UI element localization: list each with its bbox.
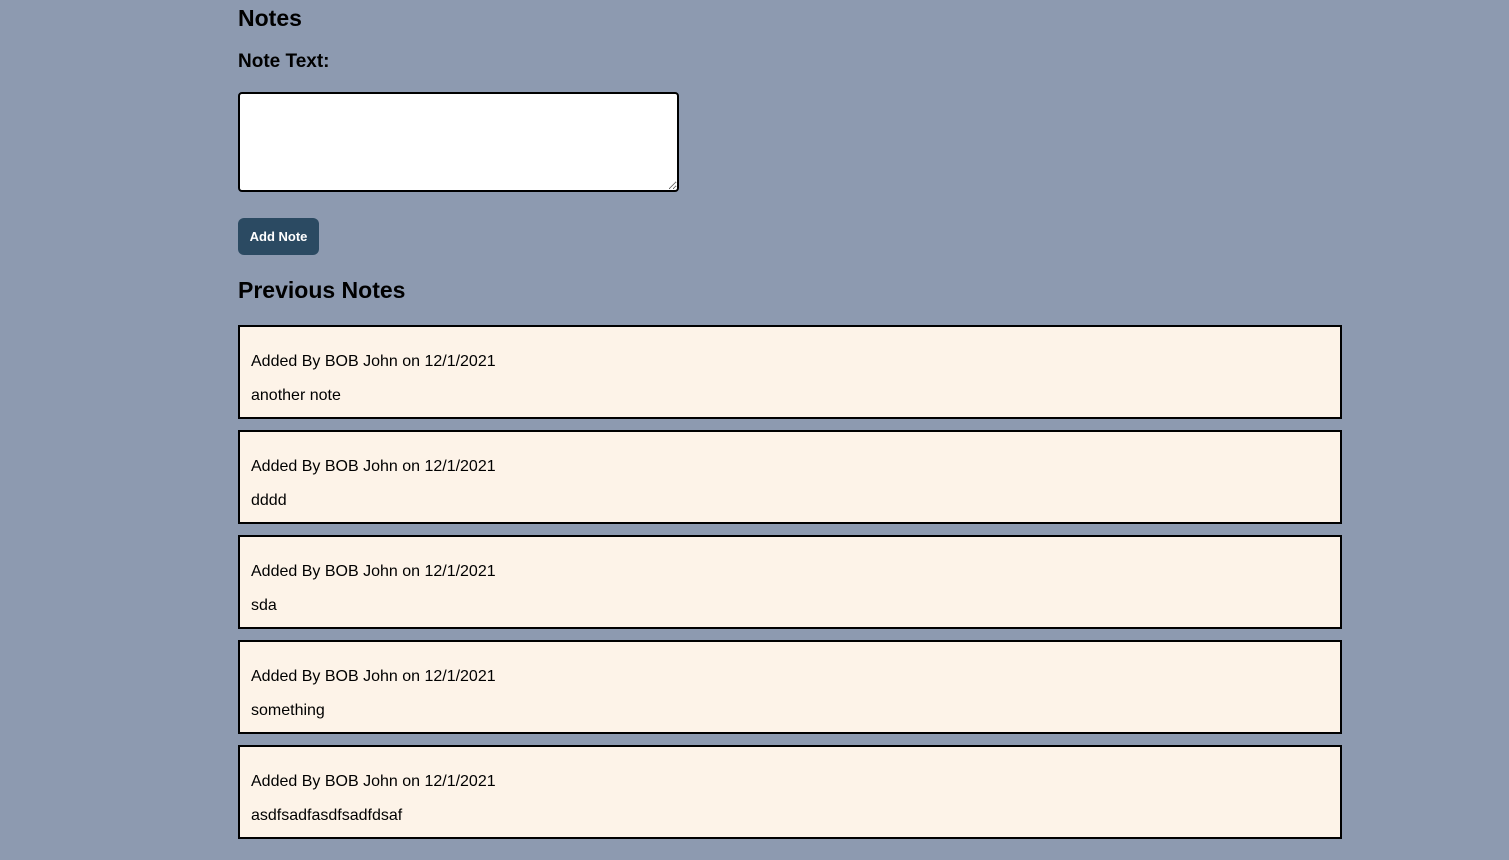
note-meta: Added By BOB John on 12/1/2021 xyxy=(251,668,496,685)
note-card: Added By BOB John on 12/1/2021 dddd xyxy=(238,430,1342,524)
note-meta: Added By BOB John on 12/1/2021 xyxy=(251,773,496,790)
note-card: Added By BOB John on 12/1/2021 sda xyxy=(238,535,1342,629)
page-title: Notes xyxy=(238,5,302,31)
note-text: dddd xyxy=(251,492,287,509)
note-meta: Added By BOB John on 12/1/2021 xyxy=(251,563,496,580)
note-card: Added By BOB John on 12/1/2021 asdfsadfa… xyxy=(238,745,1342,839)
note-text-label: Note Text: xyxy=(238,51,330,72)
note-text: sda xyxy=(251,597,277,614)
note-card: Added By BOB John on 12/1/2021 something xyxy=(238,640,1342,734)
note-text: asdfsadfasdfsadfdsaf xyxy=(251,807,403,824)
note-text-input[interactable] xyxy=(238,92,679,192)
note-meta: Added By BOB John on 12/1/2021 xyxy=(251,458,496,475)
note-text: something xyxy=(251,702,325,719)
note-card: Added By BOB John on 12/1/2021 another n… xyxy=(238,325,1342,419)
add-note-button[interactable]: Add Note xyxy=(238,218,319,255)
notes-list: Added By BOB John on 12/1/2021 another n… xyxy=(238,325,1342,850)
note-text: another note xyxy=(251,387,341,404)
note-meta: Added By BOB John on 12/1/2021 xyxy=(251,353,496,370)
previous-notes-title: Previous Notes xyxy=(238,277,406,303)
page: Notes Note Text: Add Note Previous Notes… xyxy=(0,0,1509,860)
